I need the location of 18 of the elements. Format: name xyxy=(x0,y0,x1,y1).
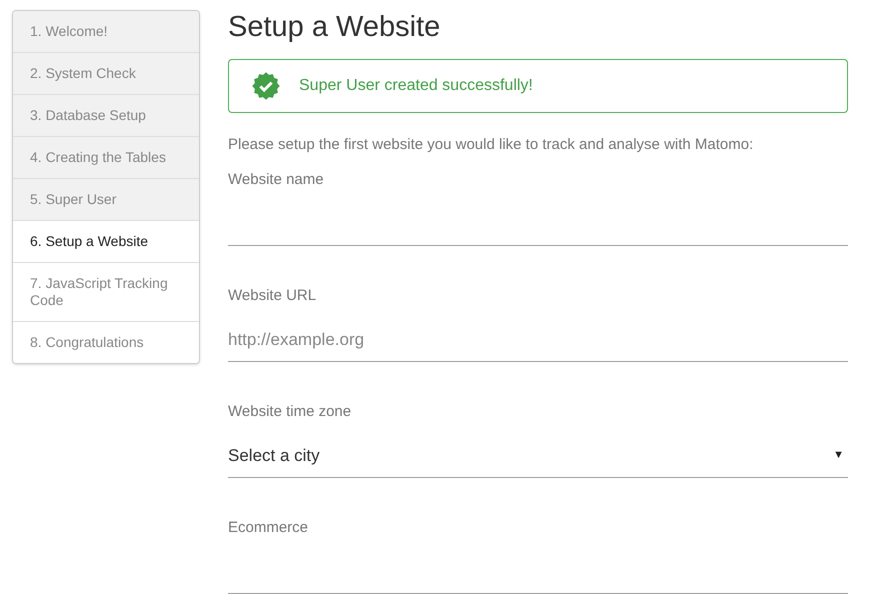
field-label: Website time zone xyxy=(228,402,352,422)
page-title: Setup a Website xyxy=(228,11,442,43)
step-item[interactable]: 4. Creating the Tables xyxy=(13,137,199,179)
step-item[interactable]: 6. Setup a Website xyxy=(13,221,199,263)
field-label: Website URL xyxy=(228,286,318,306)
field-label: Website name xyxy=(228,170,325,190)
step-item[interactable]: 8. Congratulations xyxy=(13,322,199,363)
intro-text: Please setup the first website you would like to track and analyse with Matomo: xyxy=(228,135,754,155)
field-label: Ecommerce xyxy=(228,518,310,538)
step-item[interactable]: 7. JavaScript Tracking Code xyxy=(13,263,199,322)
step-item[interactable]: 3. Database Setup xyxy=(13,95,199,137)
verified-badge-icon xyxy=(251,71,281,101)
alert-message: Super User created successfully! xyxy=(299,76,533,96)
step-item[interactable]: 2. System Check xyxy=(13,53,199,95)
step-item[interactable]: 1. Welcome! xyxy=(13,11,199,53)
step-item[interactable]: 5. Super User xyxy=(13,179,199,221)
input-field[interactable]: http://example.org xyxy=(228,318,848,362)
select-field[interactable]: Select a city ▼ xyxy=(228,434,848,478)
